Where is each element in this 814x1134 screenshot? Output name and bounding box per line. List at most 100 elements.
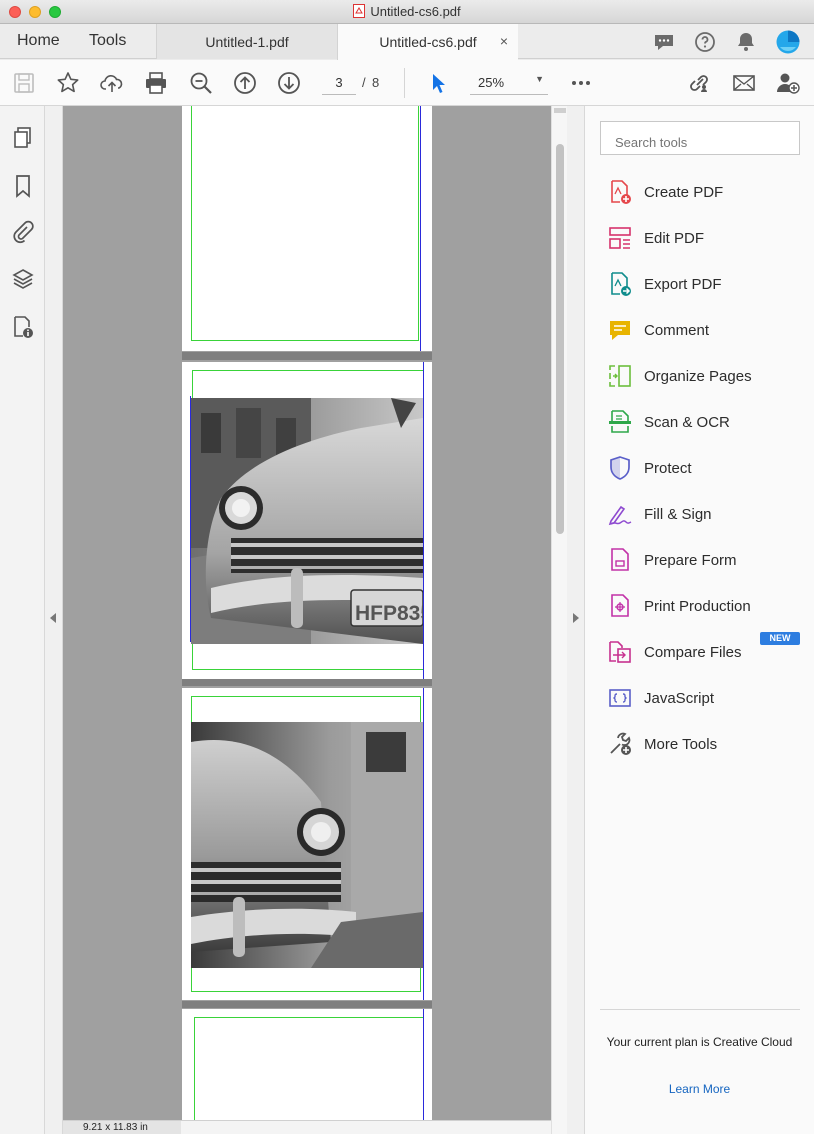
window-title-wrap: Untitled-cs6.pdf (0, 4, 814, 19)
pdf-page (182, 1009, 432, 1120)
tool-label: Comment (644, 322, 710, 339)
edit-pdf-icon (609, 227, 631, 249)
tool-export-pdf[interactable]: Export PDF (607, 269, 797, 299)
previous-page-icon[interactable] (232, 70, 258, 96)
nav-home[interactable]: Home (17, 32, 60, 50)
tool-prepare-form[interactable]: Prepare Form (607, 545, 797, 575)
comment-icon (610, 321, 630, 340)
layers-icon[interactable] (10, 266, 36, 292)
page-dimensions: 9.21 x 11.83 in (63, 1121, 181, 1134)
window-title: Untitled-cs6.pdf (370, 4, 461, 19)
bleed-guide (423, 688, 424, 1000)
email-icon[interactable] (731, 70, 757, 96)
tool-label: More Tools (644, 736, 718, 753)
chevron-left-icon (50, 613, 56, 623)
trim-guide (194, 1017, 424, 1120)
more-options-icon[interactable] (568, 70, 594, 96)
car-photo: HFP835 (191, 398, 423, 644)
tab-bar: Home Tools Untitled-1.pdf Untitled-cs6.p… (0, 24, 814, 60)
upload-cloud-icon[interactable] (99, 70, 125, 96)
vertical-scrollbar[interactable] (551, 106, 567, 1134)
select-cursor-icon[interactable] (425, 70, 451, 96)
tool-label: Prepare Form (644, 552, 737, 569)
add-person-icon[interactable] (775, 70, 801, 96)
share-link-icon[interactable] (686, 70, 712, 96)
tool-label: Fill & Sign (644, 506, 712, 523)
tool-scan-ocr[interactable]: Scan & OCR (607, 407, 797, 437)
tab-untitled-1[interactable]: Untitled-1.pdf (156, 24, 337, 59)
tool-more-tools[interactable]: More Tools (607, 729, 797, 759)
bleed-guide (420, 106, 421, 351)
tool-protect[interactable]: Protect (607, 453, 797, 483)
export-pdf-icon (611, 272, 631, 296)
pdf-page (182, 688, 432, 1000)
tool-label: Organize Pages (644, 368, 752, 385)
scroll-top-marker (554, 108, 566, 113)
tool-create-pdf[interactable]: Create PDF (607, 177, 797, 207)
help-icon[interactable] (693, 30, 717, 54)
bleed-guide (423, 1009, 424, 1120)
bookmarks-icon[interactable] (10, 173, 36, 199)
scroll-thumb[interactable] (556, 144, 564, 534)
bleed-guide (423, 362, 424, 680)
tool-organize-pages[interactable]: Organize Pages (607, 361, 797, 391)
tool-fill-sign[interactable]: Fill & Sign (607, 499, 797, 529)
tool-label: Compare Files (644, 644, 742, 661)
pdf-page (182, 106, 432, 351)
page-gap (182, 1001, 432, 1008)
tab-untitled-cs6[interactable]: Untitled-cs6.pdf × (337, 24, 518, 60)
nav-tools[interactable]: Tools (89, 32, 126, 50)
plan-text: Your current plan is Creative Cloud (606, 1035, 793, 1049)
left-navigation-rail (0, 106, 45, 1134)
more-tools-icon (610, 732, 631, 755)
plan-divider (600, 1009, 800, 1010)
page-number-input[interactable] (322, 71, 356, 95)
tool-label: Print Production (644, 598, 751, 615)
zoom-dropdown[interactable]: 25% ▼ (470, 71, 548, 95)
tools-pane: Create PDF Edit PDF Export PDF Comment O… (585, 106, 814, 1134)
tool-comment[interactable]: Comment (607, 315, 797, 345)
pdf-page: HFP835 (182, 362, 432, 680)
notifications-bell-icon[interactable] (734, 30, 758, 54)
tab-label: Untitled-cs6.pdf (379, 34, 477, 50)
page-gap (182, 679, 432, 686)
tool-label: Protect (644, 460, 692, 477)
zoom-out-icon[interactable] (188, 70, 214, 96)
tool-compare-files[interactable]: Compare Files (607, 637, 797, 667)
next-page-icon[interactable] (276, 70, 302, 96)
page-separator: / (362, 75, 366, 90)
avatar[interactable] (776, 30, 800, 54)
attachments-icon[interactable] (10, 219, 36, 245)
left-panel-collapse-handle[interactable] (45, 106, 63, 1134)
title-bar: Untitled-cs6.pdf (0, 0, 814, 24)
zoom-value: 25% (478, 75, 505, 90)
tool-label: Create PDF (644, 184, 724, 201)
protect-icon (610, 456, 630, 480)
right-panel-collapse-handle[interactable] (567, 106, 585, 1134)
pdf-file-icon (353, 4, 366, 18)
fill-sign-icon (608, 505, 632, 526)
create-pdf-icon (611, 180, 631, 204)
tab-close-icon[interactable]: × (500, 33, 508, 49)
tab-label: Untitled-1.pdf (205, 34, 289, 50)
compare-files-icon (609, 641, 631, 663)
tool-edit-pdf[interactable]: Edit PDF (607, 223, 797, 253)
document-viewport[interactable]: HFP835 (63, 106, 551, 1120)
tool-label: Scan & OCR (644, 414, 730, 431)
page-thumbnails-icon[interactable] (10, 125, 36, 151)
tool-javascript[interactable]: JavaScript (607, 683, 797, 713)
tool-label: Export PDF (644, 276, 722, 293)
save-icon[interactable] (11, 70, 37, 96)
search-tools-input[interactable] (600, 121, 800, 155)
toolbar: / 8 25% ▼ (0, 60, 814, 106)
tool-print-production[interactable]: Print Production (607, 591, 797, 621)
print-production-icon (611, 594, 629, 617)
document-properties-icon[interactable] (10, 314, 36, 340)
scan-ocr-icon (609, 410, 631, 433)
learn-more-link[interactable]: Learn More (585, 1082, 814, 1096)
messages-icon[interactable] (652, 30, 676, 54)
bookmark-star-icon[interactable] (55, 70, 81, 96)
prepare-form-icon (611, 548, 629, 571)
svg-text:HFP835: HFP835 (355, 602, 423, 625)
print-icon[interactable] (143, 70, 169, 96)
